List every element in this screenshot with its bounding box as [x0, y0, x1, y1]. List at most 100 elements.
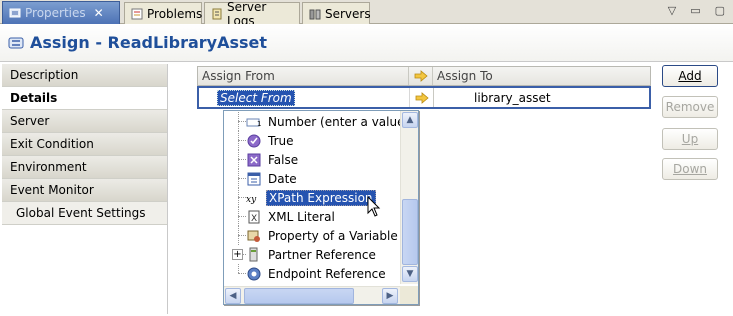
column-header-assign-from[interactable]: Assign From: [198, 67, 409, 85]
scroll-down-icon[interactable]: ▼: [402, 266, 418, 282]
list-item-number[interactable]: 1 Number (enter a value: [224, 112, 400, 131]
view-controls: ▽ ▭ ▢: [668, 4, 725, 17]
list-item-label: Number (enter a value: [268, 114, 400, 129]
view-tab-bar: Properties ✕ Problems Server Logs Server…: [0, 0, 733, 28]
tab-label: Problems: [147, 6, 203, 21]
sidebar-item-label: Details: [10, 91, 58, 105]
scroll-left-icon[interactable]: ◀: [225, 288, 241, 304]
list-item-label: Date: [268, 171, 297, 186]
partner-reference-icon: [246, 247, 262, 263]
sidebar-item-exit-condition[interactable]: Exit Condition: [2, 133, 167, 156]
button-label: Add: [678, 69, 702, 83]
list-item-label: True: [268, 133, 294, 148]
assign-from-cell[interactable]: Select From: [199, 88, 410, 107]
properties-sidebar: Description Details Server Exit Conditio…: [2, 64, 168, 314]
select-from-editor[interactable]: Select From: [217, 89, 295, 106]
tree-branch: [238, 235, 246, 236]
true-icon: [246, 133, 262, 149]
maximize-icon[interactable]: ▢: [715, 4, 725, 17]
vertical-scrollbar[interactable]: ▲ ▼: [400, 111, 418, 284]
servers-icon: [309, 8, 321, 20]
server-logs-icon: [211, 8, 223, 20]
sidebar-item-label: Description: [10, 68, 79, 82]
expand-icon[interactable]: +: [232, 249, 243, 260]
list-item-label: Endpoint Reference: [268, 266, 386, 281]
scroll-thumb[interactable]: [244, 288, 354, 304]
tree-branch: [238, 121, 246, 122]
list-item-label: XML Literal: [268, 209, 335, 224]
button-label: Down: [672, 162, 707, 176]
list-item-label: XPath Expression: [266, 189, 376, 206]
sidebar-item-global-event-settings[interactable]: Global Event Settings: [2, 202, 167, 225]
assign-to-cell[interactable]: library_asset: [434, 88, 649, 107]
button-label: Remove: [665, 100, 715, 114]
list-item-true[interactable]: True: [224, 131, 400, 150]
sidebar-item-label: Global Event Settings: [16, 206, 146, 220]
list-item-date[interactable]: Date: [224, 169, 400, 188]
sidebar-item-environment[interactable]: Environment: [2, 156, 167, 179]
column-label: Assign To: [437, 69, 493, 83]
up-button[interactable]: Up: [662, 128, 718, 150]
assign-icon: [8, 35, 24, 51]
sidebar-item-server[interactable]: Server: [2, 110, 167, 133]
tab-label: Servers: [325, 6, 371, 21]
endpoint-reference-icon: [246, 266, 262, 282]
add-button[interactable]: Add: [662, 65, 718, 87]
tree-branch: [238, 159, 246, 160]
tree-branch: [238, 178, 246, 179]
arrow-cell: [410, 88, 434, 107]
sidebar-item-description[interactable]: Description: [2, 64, 167, 87]
list-item-endpoint-reference[interactable]: Endpoint Reference: [224, 264, 400, 283]
svg-text:xy: xy: [246, 195, 257, 205]
column-header-assign-to[interactable]: Assign To: [433, 67, 650, 85]
sidebar-item-label: Server: [10, 114, 50, 128]
false-icon: [246, 152, 262, 168]
page-title: Assign - ReadLibraryAsset: [30, 33, 268, 52]
tab-servers[interactable]: Servers: [302, 2, 371, 24]
list-item-property-of-variable[interactable]: Property of a Variable: [224, 226, 400, 245]
properties-icon: [9, 7, 21, 19]
scroll-right-icon[interactable]: ▶: [382, 288, 398, 304]
select-from-dropdown[interactable]: 1 Number (enter a value True False Date …: [223, 110, 419, 305]
horizontal-scrollbar[interactable]: ◀ ▶: [224, 286, 400, 304]
remove-button[interactable]: Remove: [662, 96, 718, 118]
list-item-label: Property of a Variable: [268, 228, 398, 243]
assign-to-value: library_asset: [474, 90, 551, 105]
list-item-false[interactable]: False: [224, 150, 400, 169]
tab-server-logs[interactable]: Server Logs: [204, 0, 300, 28]
tree-branch: [238, 140, 246, 141]
mouse-cursor-icon: [367, 196, 381, 217]
column-label: Assign From: [202, 69, 275, 83]
tab-label: Properties: [25, 6, 86, 20]
arrow-right-icon: [414, 70, 428, 82]
scroll-thumb[interactable]: [402, 199, 418, 265]
table-row[interactable]: Select From library_asset: [197, 86, 651, 109]
close-icon[interactable]: ✕: [94, 6, 104, 20]
sidebar-item-details[interactable]: Details: [2, 87, 167, 110]
tab-properties[interactable]: Properties ✕: [2, 1, 120, 24]
button-label: Up: [681, 132, 699, 146]
date-icon: [246, 171, 262, 187]
variable-property-icon: [246, 228, 262, 244]
list-item-label: Partner Reference: [268, 247, 376, 262]
svg-text:1: 1: [257, 120, 261, 128]
xml-literal-icon: X: [246, 209, 262, 225]
tree-branch: [238, 273, 246, 274]
arrow-right-icon: [415, 91, 429, 104]
list-item-label: False: [268, 152, 299, 167]
xpath-icon: xy: [246, 190, 262, 206]
view-menu-icon[interactable]: ▽: [668, 4, 676, 17]
problems-icon: [131, 8, 143, 20]
list-item-partner-reference[interactable]: + Partner Reference: [224, 245, 400, 264]
properties-header: Assign - ReadLibraryAsset: [0, 24, 733, 62]
tree-branch: [238, 197, 246, 198]
svg-text:X: X: [251, 214, 257, 224]
number-icon: 1: [246, 114, 262, 130]
tab-problems[interactable]: Problems: [124, 2, 202, 24]
tree-branch: [238, 216, 246, 217]
minimize-icon[interactable]: ▭: [690, 4, 700, 17]
table-header: Assign From Assign To: [197, 66, 651, 86]
down-button[interactable]: Down: [662, 158, 718, 180]
sidebar-item-event-monitor[interactable]: Event Monitor: [2, 179, 167, 202]
scroll-up-icon[interactable]: ▲: [402, 112, 418, 128]
